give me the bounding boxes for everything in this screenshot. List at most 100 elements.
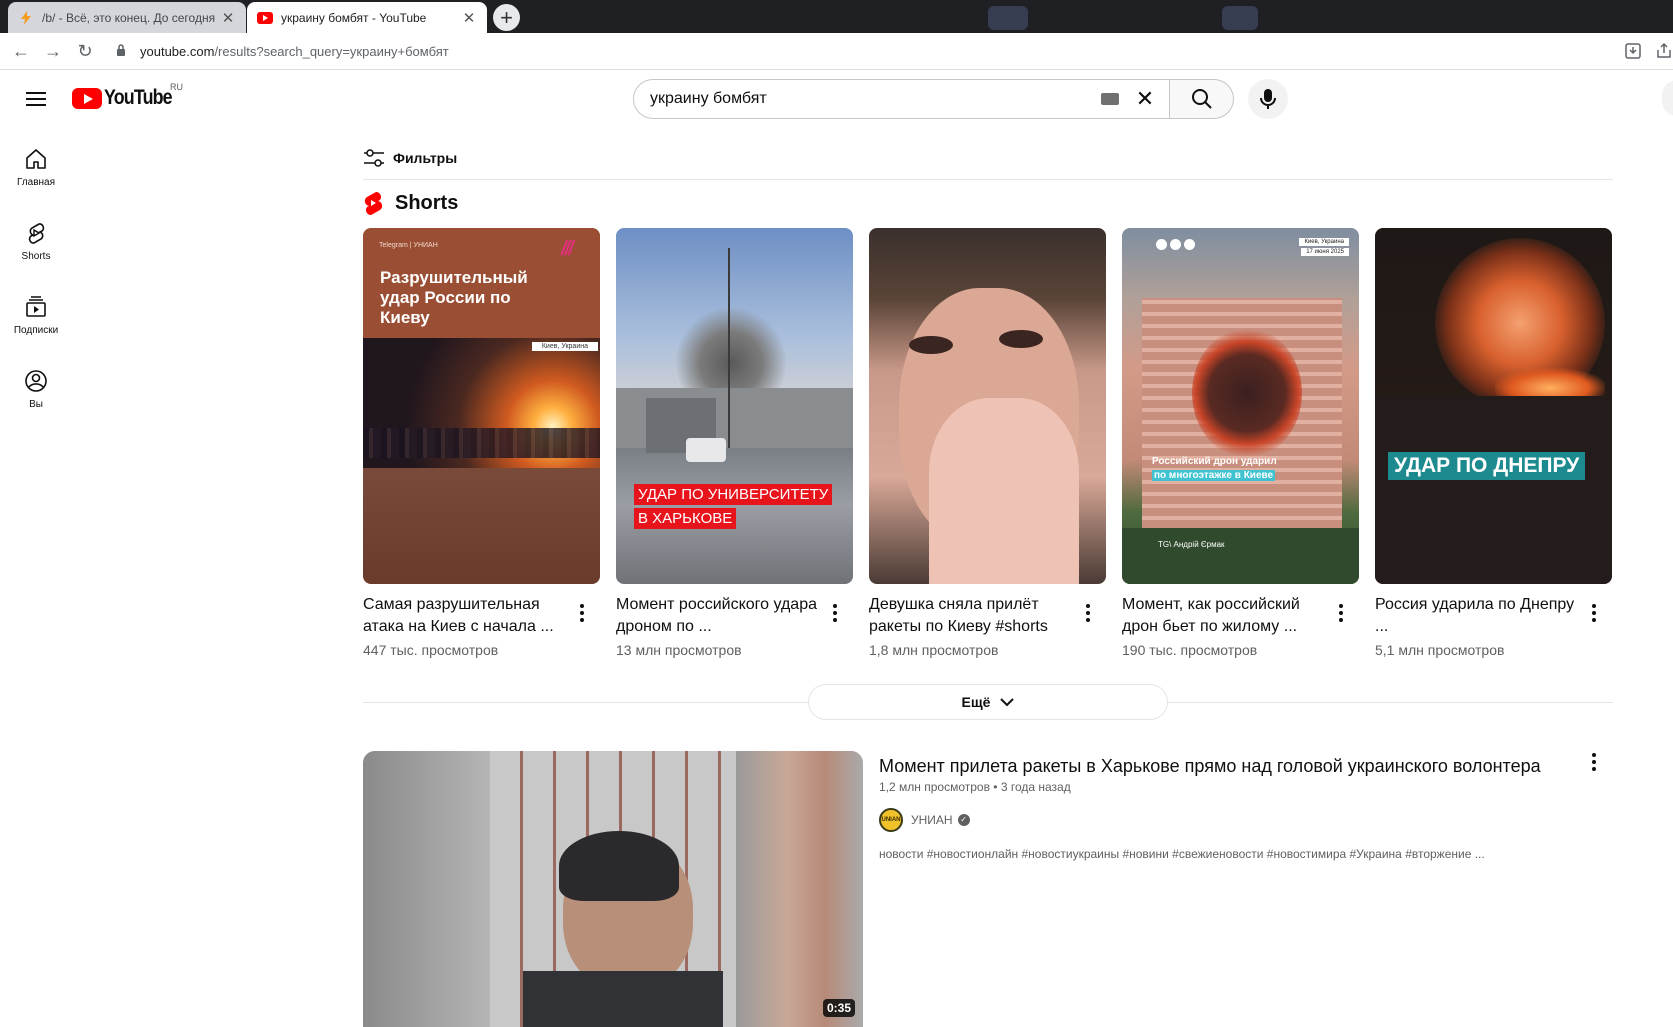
search-button[interactable] xyxy=(1170,79,1234,119)
more-actions-icon[interactable] xyxy=(1582,601,1606,625)
filters-button[interactable]: Фильтры xyxy=(363,148,457,168)
sidebar-item-subscriptions[interactable]: Подписки xyxy=(0,278,72,352)
divider xyxy=(363,179,1613,180)
shorts-heading: Shorts xyxy=(363,191,458,215)
short-views: 1,8 млн просмотров xyxy=(869,642,999,658)
keyboard-icon[interactable] xyxy=(1101,93,1119,105)
blurred-tab-icon xyxy=(988,6,1028,30)
thumb-caption-line2: по многоэтажке в Киеве xyxy=(1152,470,1276,481)
new-tab-button[interactable]: + xyxy=(493,4,520,31)
short-card[interactable]: УДАР ПО УНИВЕРСИТЕТУ В ХАРЬКОВЕ Момент р… xyxy=(616,228,853,658)
sidebar-item-label: Shorts xyxy=(21,250,51,262)
channel-name[interactable]: УНИАН xyxy=(911,813,953,827)
short-thumbnail[interactable]: УДАР ПО УНИВЕРСИТЕТУ В ХАРЬКОВЕ xyxy=(616,228,853,584)
more-actions-icon[interactable] xyxy=(570,601,594,625)
thumb-caption-line1: УДАР ПО УНИВЕРСИТЕТУ xyxy=(634,484,833,505)
tab-inactive[interactable]: /b/ - Всё, это конец. До сегодня ✕ xyxy=(8,2,246,33)
channel-avatar[interactable]: UNIAN xyxy=(879,808,903,832)
sidebar-item-label: Главная xyxy=(16,176,56,188)
video-description: новости #новостионлайн #новостиукраины #… xyxy=(879,847,1485,861)
youtube-play-icon xyxy=(72,87,102,109)
shorts-title: Shorts xyxy=(395,191,459,214)
thumb-caption-line2: В ХАРЬКОВЕ xyxy=(634,508,737,529)
sidebar-item-you[interactable]: Вы xyxy=(0,352,72,426)
tab-title: украину бомбят - YouTube xyxy=(281,10,427,25)
sidebar-item-shorts[interactable]: Shorts xyxy=(0,204,72,278)
forward-icon[interactable]: → xyxy=(42,40,64,62)
logo-text: YouTube xyxy=(104,86,173,109)
more-actions-icon[interactable] xyxy=(823,601,847,625)
shorts-icon xyxy=(28,222,45,244)
short-thumbnail[interactable]: УДАР ПО ДНЕПРУ xyxy=(1375,228,1612,584)
search-value: украину бомбят xyxy=(650,90,767,107)
install-app-icon[interactable] xyxy=(1624,42,1642,60)
tab-title: /b/ - Всё, это конец. До сегодня xyxy=(42,10,216,25)
short-thumbnail[interactable]: Telegram | УНИАН /// Разрушительный удар… xyxy=(363,228,600,584)
short-title[interactable]: Россия ударила по Днепру ... xyxy=(1375,594,1580,638)
tab-active[interactable]: украину бомбят - YouTube ✕ xyxy=(247,2,487,33)
short-views: 5,1 млн просмотров xyxy=(1375,642,1505,658)
video-views: 1,2 млн просмотров xyxy=(879,780,990,794)
more-actions-icon[interactable] xyxy=(1329,601,1353,625)
short-views: 447 тыс. просмотров xyxy=(363,642,499,658)
url-host: youtube.com xyxy=(140,44,215,59)
short-title[interactable]: Момент российского удара дроном по ... xyxy=(616,594,821,638)
verified-icon: ✓ xyxy=(957,814,970,826)
back-icon[interactable]: ← xyxy=(10,40,32,62)
sidebar: Главная Shorts Подписки Вы xyxy=(0,130,72,426)
thumb-source: Telegram | УНИАН xyxy=(379,242,438,249)
meta-separator: • xyxy=(993,780,1001,794)
short-title[interactable]: Момент, как российский дрон бьет по жило… xyxy=(1122,594,1327,638)
subscriptions-icon xyxy=(26,295,46,317)
hamburger-menu-icon[interactable] xyxy=(24,88,48,112)
lock-icon xyxy=(116,44,130,59)
reload-icon[interactable]: ↻ xyxy=(74,40,96,62)
url-field[interactable]: youtube.com/results?search_query=украину… xyxy=(110,37,1610,66)
short-thumbnail[interactable]: Киев, Украина 17 июня 2025 Российский др… xyxy=(1122,228,1359,584)
video-duration: 0:35 xyxy=(822,999,855,1017)
short-card[interactable]: Девушка сняла прилёт ракеты по Киеву #sh… xyxy=(869,228,1106,658)
search-input[interactable]: украину бомбят ✕ xyxy=(633,79,1170,119)
video-age: 3 года назад xyxy=(1000,780,1071,794)
blurred-tab-icon xyxy=(1222,6,1258,30)
header-edge-button[interactable] xyxy=(1662,80,1673,116)
sidebar-item-label: Подписки xyxy=(13,324,59,336)
short-views: 13 млн просмотров xyxy=(616,642,742,658)
show-more-button[interactable]: Ещё xyxy=(808,684,1168,720)
lightning-icon xyxy=(18,10,34,26)
share-icon[interactable] xyxy=(1655,42,1673,60)
tab-close-icon[interactable]: ✕ xyxy=(461,9,477,27)
channel-link[interactable]: UNIAN УНИАН ✓ xyxy=(879,808,970,832)
youtube-logo[interactable]: YouTube RU xyxy=(72,82,184,110)
voice-search-button[interactable] xyxy=(1248,79,1288,119)
short-card[interactable]: Киев, Украина 17 июня 2025 Российский др… xyxy=(1122,228,1359,658)
short-thumbnail[interactable] xyxy=(869,228,1106,584)
filters-label: Фильтры xyxy=(393,150,458,166)
country-code: RU xyxy=(170,82,183,92)
thumb-credit: TG\ Андрій Єрмак xyxy=(1158,540,1225,549)
short-title[interactable]: Девушка сняла прилёт ракеты по Киеву #sh… xyxy=(869,594,1074,638)
sidebar-item-label: Вы xyxy=(29,398,43,410)
short-title[interactable]: Самая разрушительная атака на Киев с нач… xyxy=(363,594,568,638)
home-icon xyxy=(26,148,46,169)
thumb-tag: Киев, Украина xyxy=(531,342,598,351)
search-icon xyxy=(1191,89,1212,109)
video-thumbnail[interactable]: 0:35 xyxy=(363,751,863,1027)
video-meta: 1,2 млн просмотров • 3 года назад xyxy=(879,780,1071,794)
short-card[interactable]: Telegram | УНИАН /// Разрушительный удар… xyxy=(363,228,600,658)
you-icon xyxy=(25,369,47,392)
thumb-location: Киев, Украина xyxy=(1299,238,1349,246)
clear-search-icon[interactable]: ✕ xyxy=(1133,86,1157,112)
short-card[interactable]: УДАР ПО ДНЕПРУ Россия ударила по Днепру … xyxy=(1375,228,1612,658)
more-actions-icon[interactable] xyxy=(1076,601,1100,625)
thumb-caption: УДАР ПО ДНЕПРУ xyxy=(1388,452,1586,480)
sidebar-item-home[interactable]: Главная xyxy=(0,130,72,204)
thumb-date: 17 июня 2025 xyxy=(1301,248,1349,256)
chevron-down-icon xyxy=(1000,698,1015,707)
microphone-icon xyxy=(1260,89,1276,109)
show-more-label: Ещё xyxy=(961,694,991,710)
more-actions-icon[interactable] xyxy=(1582,750,1606,774)
url-path: /results?search_query=украину+бомбят xyxy=(214,44,449,59)
video-title[interactable]: Момент прилета ракеты в Харькове прямо н… xyxy=(879,753,1579,779)
tab-close-icon[interactable]: ✕ xyxy=(220,9,236,27)
